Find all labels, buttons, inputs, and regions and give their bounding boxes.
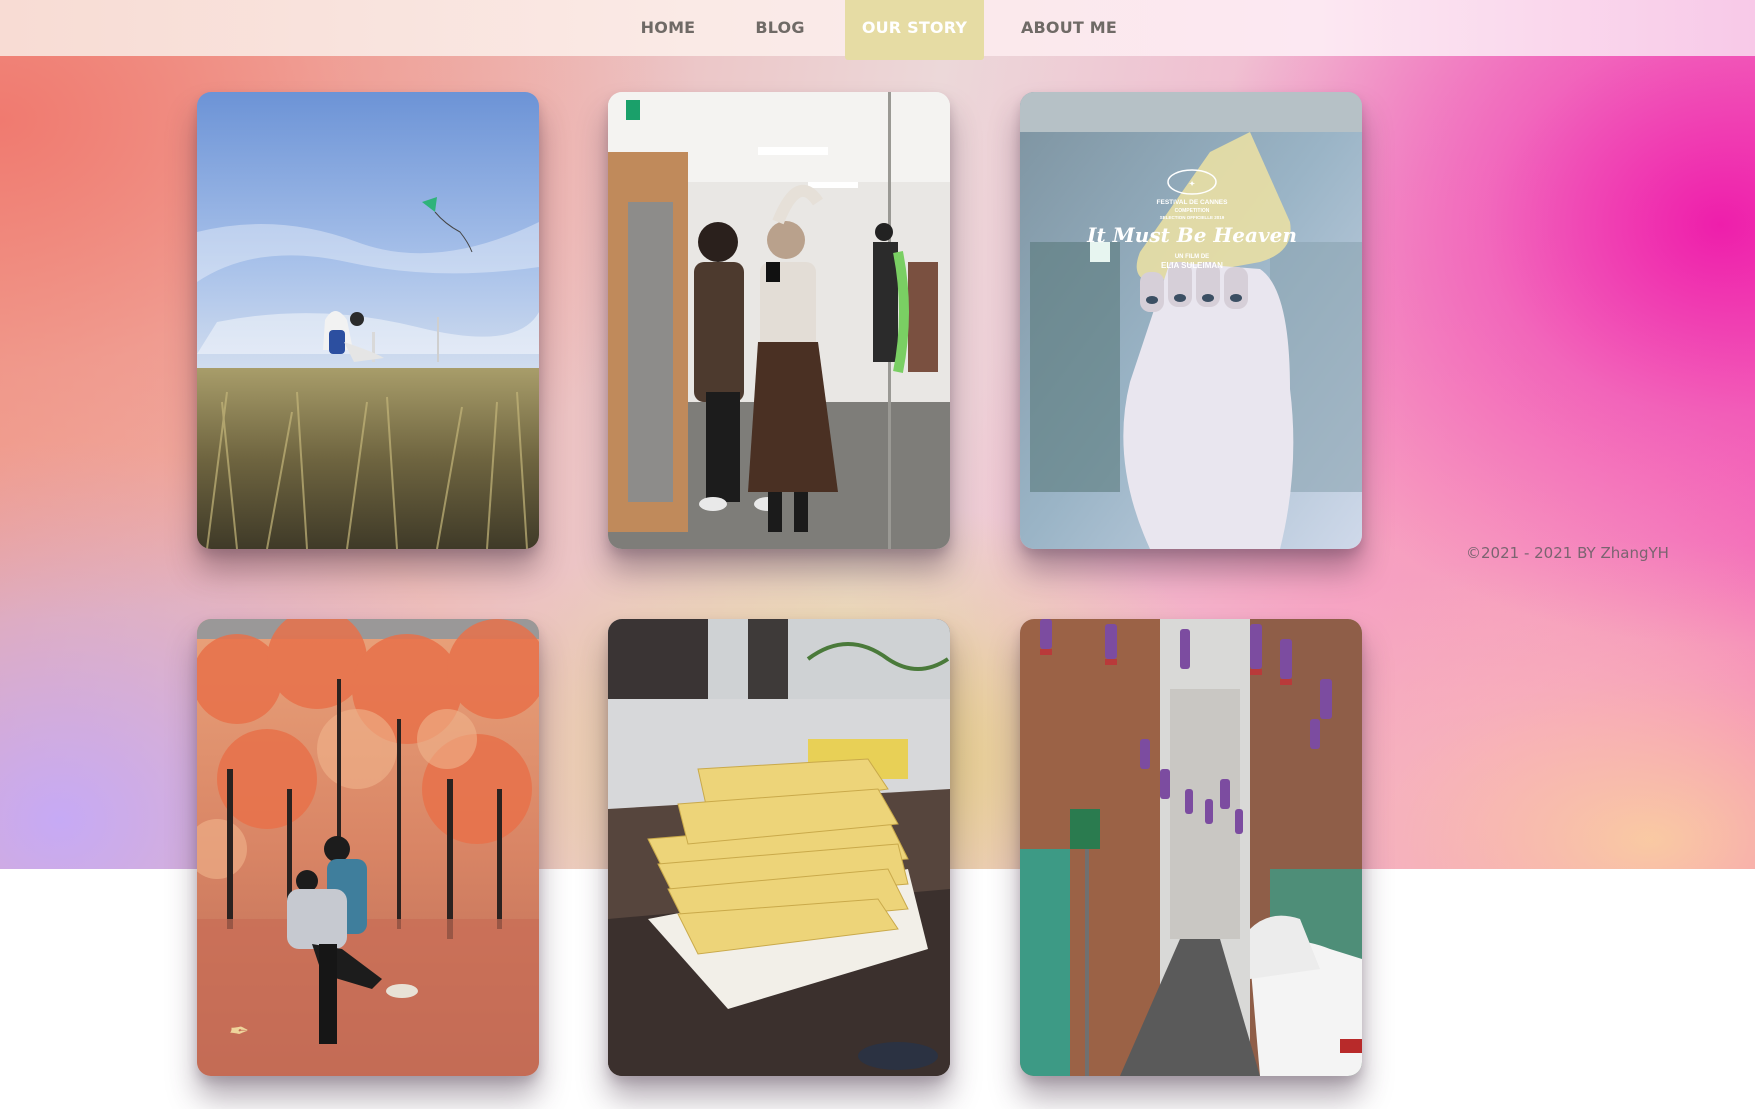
gallery-photo-street[interactable] [1020,619,1362,1076]
kite-photo-image [197,92,539,549]
gallery-photo-poster[interactable]: ✦ FESTIVAL DE CANNES COMPETITION SELECTI… [1020,92,1362,549]
gallery-photo-selfie[interactable] [608,92,950,549]
nav-item-blog[interactable]: BLOG [748,0,812,56]
nav-item-home[interactable]: HOME [630,0,706,56]
nav-item-our-story[interactable]: OUR STORY [845,0,984,60]
poster-credit-line1: UN FILM DE [1175,254,1209,260]
nav-item-about-me[interactable]: ABOUT ME [1018,0,1120,56]
poster-title-text: It Must Be Heaven [1086,223,1297,247]
gallery-photo-kite[interactable] [197,92,539,549]
svg-text:✦: ✦ [1189,180,1195,188]
gallery-photo-autumn[interactable]: ✒ [197,619,539,1076]
svg-text:✒: ✒ [227,1017,248,1045]
poster-selection-text: SELECTION OFFICIELLE 2019 [1160,215,1225,220]
selfie-photo-image [608,92,950,549]
page: HOME BLOG OUR STORY ABOUT ME ✦ FESTIVAL … [0,0,1755,1109]
poster-festival-text: FESTIVAL DE CANNES [1157,199,1229,206]
footer-copyright: ©2021 - 2021 BY ZhangYH [1466,544,1669,562]
gallery-photo-food[interactable] [608,619,950,1076]
top-navigation-bar: HOME BLOG OUR STORY ABOUT ME [0,0,1755,60]
poster-credit-line2: ELIA SULEIMAN [1161,261,1223,270]
poster-competition-text: COMPETITION [1175,208,1210,214]
autumn-photo-image: ✒ [197,619,539,1076]
street-photo-image [1020,619,1362,1076]
food-photo-image [608,619,950,1076]
poster-photo-image: ✦ FESTIVAL DE CANNES COMPETITION SELECTI… [1020,92,1362,549]
